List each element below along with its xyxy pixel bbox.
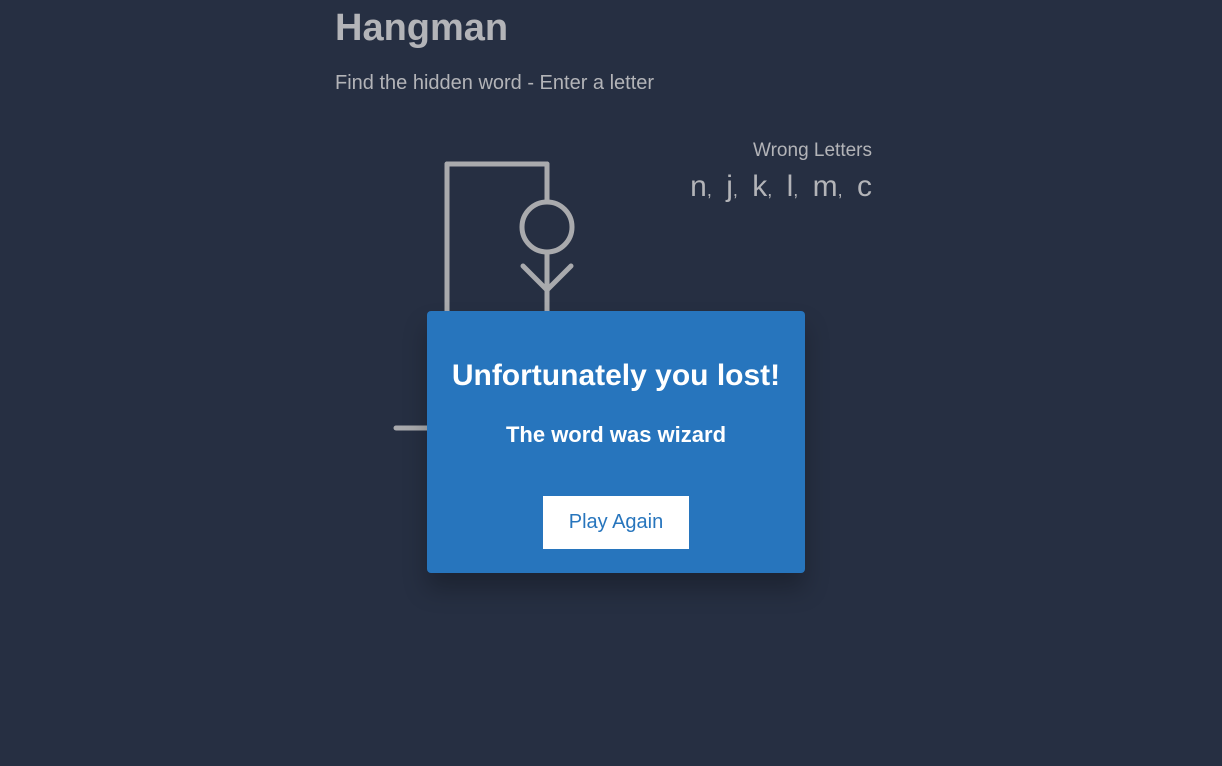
hangman-head bbox=[519, 199, 575, 255]
separator: , bbox=[837, 180, 843, 200]
separator: , bbox=[793, 180, 799, 200]
popup-title: Unfortunately you lost! bbox=[451, 359, 781, 392]
hangman-left-arm bbox=[520, 263, 550, 293]
game-over-popup: Unfortunately you lost! The word was wiz… bbox=[427, 311, 805, 573]
wrong-letters-list: n, j, k, l, m, c bbox=[690, 170, 872, 204]
separator: , bbox=[732, 180, 738, 200]
wrong-letter: j bbox=[726, 170, 733, 203]
wrong-letter: n bbox=[690, 170, 707, 203]
page-subtitle: Find the hidden word - Enter a letter bbox=[335, 72, 655, 94]
play-again-button[interactable]: Play Again bbox=[543, 496, 689, 549]
wrong-letter: c bbox=[857, 170, 872, 203]
separator: , bbox=[706, 180, 712, 200]
separator: , bbox=[767, 180, 773, 200]
popup-word-message: The word was wizard bbox=[505, 422, 727, 447]
page-title: Hangman bbox=[335, 7, 509, 49]
game-page: Hangman Find the hidden word - Enter a l… bbox=[0, 0, 1222, 766]
wrong-letters-panel: Wrong Letters n, j, k, l, m, c bbox=[690, 140, 872, 204]
wrong-letter: m bbox=[812, 170, 838, 203]
hangman-right-arm bbox=[544, 263, 574, 293]
wrong-letter: k bbox=[752, 170, 768, 203]
wrong-letters-label: Wrong Letters bbox=[753, 140, 872, 161]
